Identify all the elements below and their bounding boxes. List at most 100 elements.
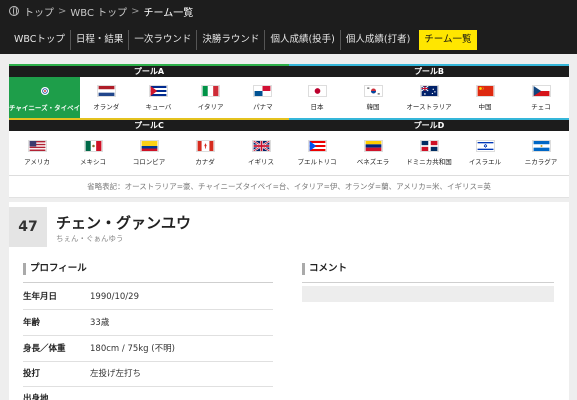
abbreviation-note: 省略表記：オーストラリア=豪、チャイニーズタイペイ=台、イタリア=伊、オランダ=… — [9, 176, 569, 198]
nicaragua-flag-icon — [531, 140, 551, 152]
pool-b: プールB 日本 韓国 オーストラリア 中国 チェコ — [289, 64, 569, 120]
team-australia[interactable]: オーストラリア — [401, 77, 457, 118]
profile-divider — [23, 282, 273, 283]
profile-label: 生年月日 — [23, 292, 58, 302]
italy-flag-icon — [201, 84, 221, 97]
colombia-flag-icon — [139, 140, 159, 152]
team-name: オーストラリア — [406, 102, 452, 111]
team-name: 日本 — [310, 102, 324, 111]
team-cuba[interactable]: キューバ — [132, 77, 184, 118]
team-mexico[interactable]: メキシコ — [65, 131, 121, 175]
profile-value: 33歳 — [90, 318, 110, 328]
profile-label: 出身地 — [23, 394, 49, 400]
profile-value: 1990/10/29 — [90, 292, 139, 302]
comment-body — [302, 286, 554, 302]
israel-flag-icon — [475, 140, 495, 152]
breadcrumb-separator: > — [131, 5, 140, 17]
player-details: プロフィール コメント 生年月日 1990/10/29 年齢 33歳 身長／体重… — [9, 250, 569, 400]
profile-row-age: 年齢 33歳 — [23, 311, 273, 336]
dominican-republic-flag-icon — [419, 140, 439, 152]
pool-a-header: プールA — [9, 64, 289, 77]
team-name: 中国 — [478, 102, 492, 111]
korea-flag-icon — [363, 84, 383, 97]
team-korea[interactable]: 韓国 — [345, 77, 401, 118]
team-netherlands[interactable]: オランダ — [80, 77, 132, 118]
profile-row-throws-bats: 投打 左投げ左打ち — [23, 362, 273, 387]
team-name: アメリカ — [24, 158, 50, 166]
tab-final-round[interactable]: 決勝ラウンド — [196, 30, 264, 50]
team-name: チャイニーズ・タイペイ — [9, 103, 81, 112]
pool-c-header: プールC — [9, 120, 289, 131]
netherlands-flag-icon — [96, 84, 116, 97]
player-name: チェン・グァンユウ — [56, 214, 192, 232]
profile-value: 180cm / 75kg (不明) — [90, 344, 175, 354]
team-name: ドミニカ共和国 — [406, 158, 452, 166]
team-name: プエルトリコ — [297, 158, 337, 166]
tab-wbc-top[interactable]: WBCトップ — [9, 30, 70, 50]
panama-flag-icon — [253, 84, 273, 97]
team-name: カナダ — [195, 158, 215, 166]
cuba-flag-icon — [148, 84, 168, 97]
profile-label: 身長／体重 — [23, 344, 66, 354]
team-name: チェコ — [531, 102, 551, 111]
puerto-rico-flag-icon — [307, 140, 327, 152]
nav-tabs: WBCトップ 日程・結果 一次ラウンド 決勝ラウンド 個人成績(投手) 個人成績… — [9, 30, 477, 50]
team-canada[interactable]: カナダ — [177, 131, 233, 175]
team-name: キューバ — [145, 102, 172, 111]
team-name: オランダ — [93, 102, 120, 111]
tab-pitcher-stats[interactable]: 個人成績(投手) — [264, 30, 339, 50]
profile-label: 年齢 — [23, 318, 41, 328]
tab-team-list[interactable]: チーム一覧 — [419, 30, 477, 50]
team-name: イスラエル — [468, 158, 502, 166]
profile-label: 投打 — [23, 369, 41, 379]
chinese-taipei-flag-icon — [40, 86, 49, 95]
profile-row-birthplace: 出身地 — [23, 387, 273, 400]
tab-batter-stats[interactable]: 個人成績(打者) — [339, 30, 415, 50]
breadcrumb-current: チーム一覧 — [143, 7, 194, 19]
tab-schedule-results[interactable]: 日程・結果 — [69, 30, 129, 50]
australia-flag-icon — [419, 84, 439, 97]
team-name: イタリア — [197, 102, 224, 111]
pool-grid: プールA チャイニーズ・タイペイ オランダ キューバ イタリア パナマ プールB… — [9, 64, 569, 176]
great-britain-flag-icon — [251, 140, 271, 152]
team-panama[interactable]: パナマ — [237, 77, 289, 118]
team-japan[interactable]: 日本 — [289, 77, 345, 118]
comment-title: コメント — [302, 263, 347, 275]
team-great-britain[interactable]: イギリス — [233, 131, 289, 175]
player-header: 47 チェン・グァンユウ ちぇん・ぐぁんゆう — [9, 202, 569, 250]
team-venezuela[interactable]: ベネズエラ — [345, 131, 401, 175]
globe-icon — [9, 6, 19, 16]
team-name: コロンビア — [132, 158, 166, 166]
team-colombia[interactable]: コロンビア — [121, 131, 177, 175]
team-name: イギリス — [248, 158, 274, 166]
team-name: パナマ — [253, 102, 273, 111]
tab-first-round[interactable]: 一次ラウンド — [128, 30, 196, 50]
team-italy[interactable]: イタリア — [185, 77, 237, 118]
team-nicaragua[interactable]: ニカラグア — [513, 131, 569, 175]
japan-flag-icon — [307, 84, 327, 97]
team-czech[interactable]: チェコ — [513, 77, 569, 118]
profile-value: 左投げ左打ち — [90, 369, 142, 379]
profile-row-height-weight: 身長／体重 180cm / 75kg (不明) — [23, 337, 273, 362]
top-bar: トップ > WBC トップ > チーム一覧 WBCトップ 日程・結果 一次ラウン… — [0, 0, 577, 54]
player-kana: ちぇん・ぐぁんゆう — [56, 234, 124, 243]
team-china[interactable]: 中国 — [457, 77, 513, 118]
profile-title: プロフィール — [23, 263, 87, 275]
team-chinese-taipei[interactable]: チャイニーズ・タイペイ — [9, 77, 81, 118]
team-name: ベネズエラ — [356, 158, 390, 166]
china-flag-icon — [475, 84, 495, 97]
usa-flag-icon — [27, 140, 47, 152]
breadcrumb-top[interactable]: トップ — [24, 4, 54, 19]
mexico-flag-icon — [83, 140, 103, 152]
team-dominican-republic[interactable]: ドミニカ共和国 — [401, 131, 457, 175]
team-usa[interactable]: アメリカ — [9, 131, 65, 175]
canada-flag-icon — [195, 140, 215, 152]
player-number: 47 — [9, 207, 47, 247]
pool-c: プールC アメリカ メキシコ コロンビア カナダ イギリス — [9, 120, 289, 176]
team-israel[interactable]: イスラエル — [457, 131, 513, 175]
czech-flag-icon — [531, 84, 551, 97]
profile-row-birthdate: 生年月日 1990/10/29 — [23, 285, 273, 310]
team-name: ニカラグア — [524, 158, 558, 166]
team-puerto-rico[interactable]: プエルトリコ — [289, 131, 345, 175]
breadcrumb-wbc-top[interactable]: WBC トップ — [70, 4, 127, 19]
